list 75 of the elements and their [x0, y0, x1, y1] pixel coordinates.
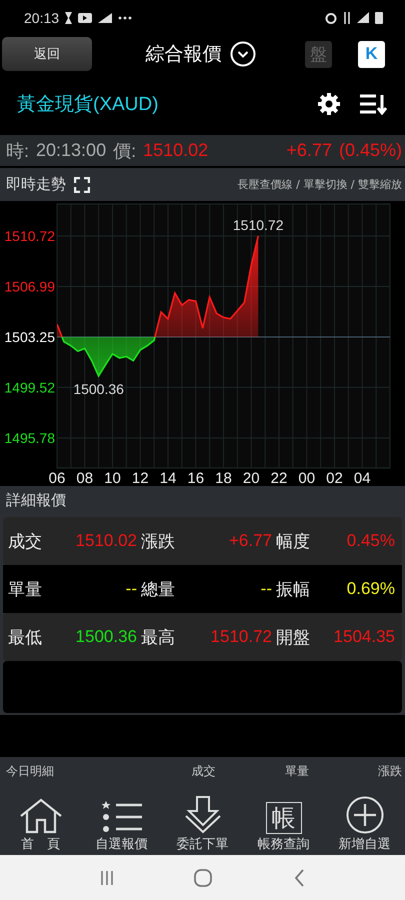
- field-label: 最低: [8, 626, 43, 648]
- field-label: 單量: [8, 578, 43, 600]
- mode-button[interactable]: K: [358, 40, 385, 68]
- x-axis-label: 00: [298, 470, 316, 486]
- field-value: 0.69%: [346, 579, 396, 599]
- field-value: 1500.36: [74, 627, 138, 647]
- x-axis-label: 20: [242, 470, 260, 486]
- field-value: 0.45%: [346, 531, 396, 551]
- price-change: +6.77: [286, 140, 332, 161]
- y-axis-label: 1503.25: [4, 329, 55, 346]
- video-icon: [78, 12, 92, 22]
- settings-icon[interactable]: [317, 92, 341, 116]
- quote-time: 20:13:00: [36, 140, 106, 161]
- y-axis-label: 1499.52: [4, 379, 55, 396]
- home-icon: [18, 798, 62, 834]
- x-axis-label: 04: [354, 470, 371, 486]
- add-icon: [344, 796, 384, 834]
- column-header: 漲跌: [376, 762, 402, 780]
- x-axis-label: 02: [326, 470, 343, 486]
- x-axis-label: 14: [160, 470, 176, 486]
- recent-apps-icon[interactable]: [100, 870, 114, 886]
- tab-item[interactable]: 自選報價: [81, 785, 162, 855]
- symbol-name: 黃金現貨(XAUD): [17, 93, 158, 117]
- back-icon[interactable]: [292, 868, 305, 886]
- home-button-icon[interactable]: [194, 868, 212, 886]
- dropdown-icon[interactable]: [230, 41, 256, 67]
- y-axis-label: 1495.78: [4, 430, 55, 446]
- field-value: 1504.35: [332, 627, 396, 647]
- battery-icon: [375, 12, 383, 24]
- back-button[interactable]: 返回: [2, 37, 92, 71]
- sort-icon[interactable]: [359, 93, 387, 115]
- field-label: 成交: [8, 530, 43, 552]
- x-axis-label: 18: [215, 470, 232, 486]
- chart-hint: 長壓查價線 / 單擊切換 / 雙擊縮放: [238, 177, 402, 192]
- tab-item[interactable]: 首 頁: [0, 785, 81, 855]
- field-label: 總量: [141, 578, 176, 600]
- y-axis-label: 1506.99: [4, 278, 55, 294]
- last-price: 1510.02: [143, 140, 208, 161]
- x-axis-label: 12: [132, 470, 149, 486]
- field-value: +6.77: [228, 531, 273, 551]
- field-label: 漲跌: [141, 530, 176, 552]
- x-axis-label: 16: [187, 470, 204, 486]
- field-value: --: [124, 579, 138, 599]
- fullscreen-icon[interactable]: [74, 176, 90, 192]
- signal-icon: [357, 12, 369, 23]
- field-label: 最高: [141, 626, 176, 648]
- page-title: 綜合報價: [146, 42, 222, 67]
- field-value: --: [260, 579, 273, 599]
- section-title: 今日明細: [6, 762, 55, 780]
- column-header: 成交: [190, 762, 216, 780]
- field-label: 開盤: [276, 626, 311, 648]
- tab-item[interactable]: 新增自選: [324, 785, 405, 855]
- tab-item[interactable]: 委託下單: [162, 785, 243, 855]
- tab-item[interactable]: 帳 帳務查詢: [243, 785, 324, 855]
- hourglass-icon: [65, 12, 72, 24]
- column-header: 單量: [284, 762, 309, 780]
- more-icon: [118, 16, 132, 20]
- field-label: 幅度: [276, 530, 311, 552]
- section-title: 詳細報價: [6, 491, 66, 510]
- change-percent: (0.45%): [338, 140, 402, 161]
- time-label: 時:: [6, 140, 30, 162]
- field-value: 1510.72: [210, 627, 273, 647]
- field-label: 振幅: [276, 578, 311, 600]
- field-value: 1510.02: [74, 531, 138, 551]
- x-axis-label: 08: [76, 470, 94, 486]
- account-icon: 帳: [266, 802, 302, 834]
- clock-time: 20:13: [24, 10, 60, 26]
- price-annotation: 1510.72: [232, 217, 284, 234]
- section-title: 即時走勢: [6, 175, 66, 194]
- x-axis-label: 06: [48, 470, 66, 486]
- price-annotation: 1500.36: [73, 381, 124, 398]
- x-axis-label: 10: [104, 470, 121, 486]
- y-axis-label: 1510.72: [4, 228, 55, 244]
- price-label: 價:: [113, 140, 136, 162]
- x-axis-label: 22: [270, 470, 288, 486]
